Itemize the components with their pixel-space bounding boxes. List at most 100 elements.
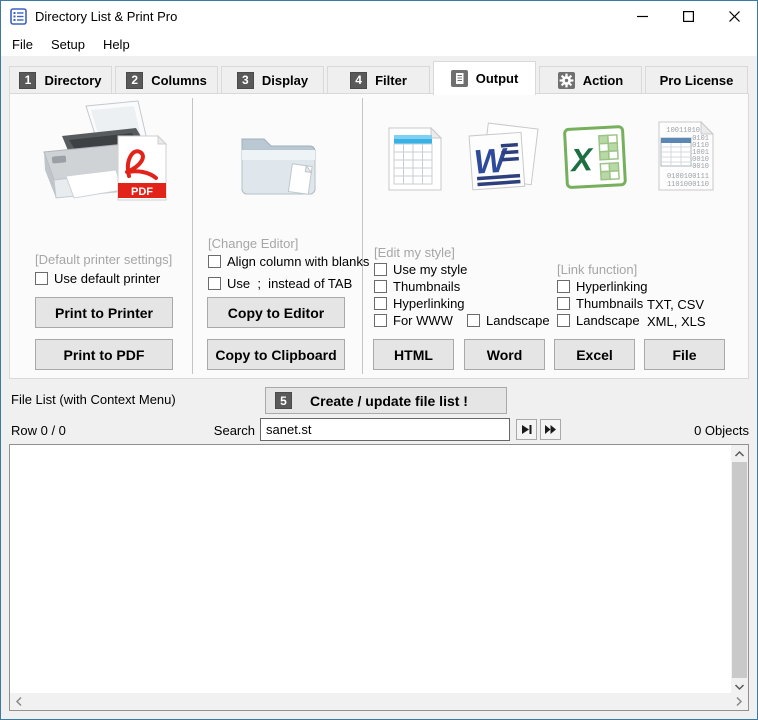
chevron-left-icon[interactable] — [15, 696, 23, 707]
svg-text:0010: 0010 — [692, 163, 709, 171]
checkbox-label: Use ; instead of TAB — [227, 276, 352, 291]
menu-setup[interactable]: Setup — [42, 32, 94, 56]
horizontal-scrollbar[interactable] — [10, 693, 748, 710]
search-input[interactable] — [260, 418, 510, 441]
checkbox-use-default-printer[interactable]: Use default printer — [35, 271, 160, 286]
tab-columns[interactable]: 2 Columns — [115, 66, 218, 93]
file-button[interactable]: File — [644, 339, 725, 370]
pdf-badge-icon: PDF — [118, 136, 166, 200]
vertical-scrollbar[interactable] — [731, 445, 748, 695]
checkbox-box[interactable] — [374, 280, 387, 293]
section-divider — [192, 98, 193, 374]
formats-txt-csv: TXT, CSV — [647, 297, 704, 312]
checkbox-box[interactable] — [557, 297, 570, 310]
tab-output[interactable]: Output — [433, 61, 536, 95]
file-list-area[interactable] — [9, 444, 749, 711]
app-window: Directory List & Print Pro File Setup He… — [0, 0, 758, 720]
scroll-up-button[interactable] — [731, 445, 748, 462]
checkbox-label: Thumbnails — [393, 279, 460, 294]
gear-icon — [558, 72, 575, 89]
checkbox-for-www[interactable]: For WWW — [374, 313, 453, 328]
checkbox-box[interactable] — [35, 272, 48, 285]
printer-group-label: [Default printer settings] — [35, 252, 172, 267]
maximize-icon — [683, 11, 694, 22]
checkbox-box[interactable] — [467, 314, 480, 327]
checkbox-box[interactable] — [374, 297, 387, 310]
output-panel: PDF [Default printer settings] Use defau… — [9, 93, 749, 379]
tab-display[interactable]: 3 Display — [221, 66, 324, 93]
menu-file[interactable]: File — [3, 32, 42, 56]
editor-group-label: [Change Editor] — [208, 236, 298, 251]
tab-action[interactable]: Action — [539, 66, 642, 93]
tab-pro-license-label: Pro License — [660, 73, 734, 88]
excel-button[interactable]: Excel — [554, 339, 635, 370]
search-next-button[interactable] — [516, 419, 537, 440]
maximize-button[interactable] — [665, 1, 711, 32]
tab-display-label: Display — [262, 73, 308, 88]
svg-text:1101000110: 1101000110 — [667, 181, 709, 189]
vertical-scroll-thumb[interactable] — [732, 462, 747, 678]
menu-bar: File Setup Help — [1, 32, 757, 56]
checkbox-box[interactable] — [374, 263, 387, 276]
step-forward-icon — [520, 423, 533, 436]
create-file-list-button[interactable]: 5 Create / update file list ! — [265, 387, 507, 414]
checkbox-thumbnails[interactable]: Thumbnails — [374, 279, 460, 294]
checkbox-hyperlinking[interactable]: Hyperlinking — [374, 296, 465, 311]
checkbox-box[interactable] — [557, 314, 570, 327]
checkbox-use-semicolon[interactable]: Use ; instead of TAB — [208, 276, 352, 291]
print-to-pdf-button[interactable]: Print to PDF — [35, 339, 173, 370]
checkbox-label: Align column with blanks — [227, 254, 369, 269]
create-file-list-label: Create / update file list ! — [292, 393, 486, 409]
checkbox-box[interactable] — [208, 277, 221, 290]
minimize-button[interactable] — [619, 1, 665, 32]
copy-to-editor-button[interactable]: Copy to Editor — [207, 297, 345, 328]
checkbox-label: Thumbnails — [576, 296, 643, 311]
checkbox-label: Use default printer — [54, 271, 160, 286]
checkbox-landscape-html[interactable]: Landscape — [467, 313, 550, 328]
checkbox-use-my-style[interactable]: Use my style — [374, 262, 467, 277]
row-counter: Row 0 / 0 — [11, 423, 66, 438]
checkbox-box[interactable] — [208, 255, 221, 268]
chevron-down-icon — [734, 683, 745, 691]
tab-action-label: Action — [583, 73, 623, 88]
formats-xml-xls: XML, XLS — [647, 314, 706, 329]
folder-icon — [234, 127, 318, 203]
copy-to-clipboard-button[interactable]: Copy to Clipboard — [207, 339, 345, 370]
checkbox-label: For WWW — [393, 313, 453, 328]
chevron-right-icon[interactable] — [735, 696, 743, 707]
checkbox-label: Landscape — [486, 313, 550, 328]
file-list-label: File List (with Context Menu) — [11, 392, 176, 407]
checkbox-link-landscape[interactable]: Landscape — [557, 313, 640, 328]
tab-badge-3: 3 — [237, 72, 254, 89]
checkbox-align-columns[interactable]: Align column with blanks — [208, 254, 369, 269]
title-bar: Directory List & Print Pro — [1, 1, 757, 32]
style-group-label: [Edit my style] — [374, 245, 455, 260]
html-button[interactable]: HTML — [373, 339, 454, 370]
tab-pro-license[interactable]: Pro License — [645, 66, 748, 93]
tab-directory[interactable]: 1 Directory — [9, 66, 112, 93]
folder-page-icon — [288, 164, 312, 195]
menu-help[interactable]: Help — [94, 32, 139, 56]
checkbox-label: Hyperlinking — [393, 296, 465, 311]
tab-filter-label: Filter — [375, 73, 407, 88]
word-icon: W — [465, 122, 541, 194]
checkbox-box[interactable] — [557, 280, 570, 293]
checkbox-label: Hyperlinking — [576, 279, 648, 294]
tab-badge-1: 1 — [19, 72, 36, 89]
word-button[interactable]: Word — [464, 339, 545, 370]
checkbox-link-thumbnails[interactable]: Thumbnails — [557, 296, 643, 311]
document-icon — [451, 70, 468, 87]
checkbox-link-hyperlinking[interactable]: Hyperlinking — [557, 279, 648, 294]
tab-columns-label: Columns — [151, 73, 207, 88]
search-all-button[interactable] — [540, 419, 561, 440]
checkbox-box[interactable] — [374, 314, 387, 327]
app-icon[interactable] — [10, 8, 27, 25]
tab-filter[interactable]: 4 Filter — [327, 66, 430, 93]
window-controls — [619, 1, 757, 32]
svg-text:10011010: 10011010 — [666, 127, 700, 135]
window-title: Directory List & Print Pro — [35, 9, 177, 24]
tab-badge-4: 4 — [350, 72, 367, 89]
print-to-printer-button[interactable]: Print to Printer — [35, 297, 173, 328]
close-icon — [729, 11, 740, 22]
close-button[interactable] — [711, 1, 757, 32]
